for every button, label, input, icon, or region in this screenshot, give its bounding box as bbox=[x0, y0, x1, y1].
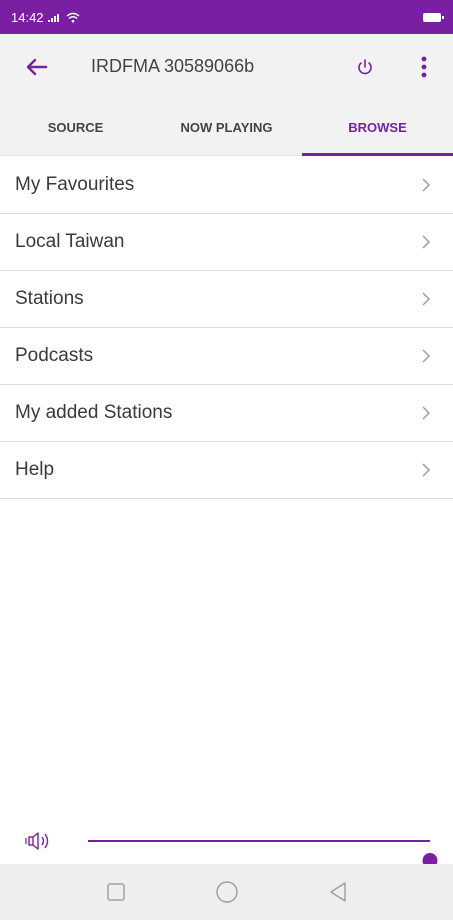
square-icon bbox=[106, 883, 125, 901]
tab-bar: SOURCE NOW PLAYING BROWSE bbox=[0, 100, 453, 156]
status-left: 14:42 bbox=[11, 10, 80, 25]
browse-item-label: My added Stations bbox=[15, 402, 173, 423]
chevron-right-icon bbox=[422, 235, 431, 249]
tab-source[interactable]: SOURCE bbox=[0, 100, 151, 155]
arrow-left-icon bbox=[26, 58, 48, 76]
more-options-button[interactable] bbox=[412, 53, 436, 81]
app-bar: IRDFMA 30589066b bbox=[0, 34, 453, 100]
browse-item-label: My Favourites bbox=[15, 174, 135, 195]
signal-icon bbox=[47, 14, 59, 22]
browse-item-label: Stations bbox=[15, 288, 84, 309]
device-name: IRDFMA 30589066b bbox=[91, 56, 255, 76]
recents-button[interactable] bbox=[101, 877, 131, 907]
nav-back-button[interactable] bbox=[323, 877, 353, 907]
browse-list: My Favourites Local Taiwan Stations Podc… bbox=[0, 157, 453, 499]
volume-slider-track[interactable] bbox=[88, 840, 438, 868]
power-button[interactable] bbox=[353, 55, 377, 79]
triangle-back-icon bbox=[329, 882, 346, 902]
volume-control bbox=[0, 820, 453, 868]
more-vert-icon bbox=[421, 56, 427, 78]
status-time: 14:42 bbox=[11, 9, 44, 25]
tab-now-playing[interactable]: NOW PLAYING bbox=[151, 100, 302, 155]
battery-icon bbox=[423, 12, 444, 22]
tab-label: NOW PLAYING bbox=[180, 120, 273, 135]
circle-icon bbox=[215, 881, 238, 903]
browse-item-label: Local Taiwan bbox=[15, 231, 125, 252]
chevron-right-icon bbox=[422, 463, 431, 477]
wifi-icon bbox=[66, 12, 79, 22]
browse-item-podcasts[interactable]: Podcasts bbox=[0, 328, 453, 385]
tab-label: SOURCE bbox=[47, 120, 104, 135]
browse-item-my-favourites[interactable]: My Favourites bbox=[0, 157, 453, 214]
tab-label: BROWSE bbox=[348, 120, 407, 135]
system-nav-bar bbox=[0, 864, 453, 920]
browse-item-help[interactable]: Help bbox=[0, 442, 453, 499]
browse-item-label: Help bbox=[15, 459, 55, 480]
browse-item-my-added-stations[interactable]: My added Stations bbox=[0, 385, 453, 442]
chevron-right-icon bbox=[422, 406, 431, 420]
status-bar: 14:42 bbox=[0, 0, 453, 34]
home-button[interactable] bbox=[212, 877, 242, 907]
power-icon bbox=[358, 59, 372, 75]
speaker-icon[interactable] bbox=[25, 829, 53, 853]
chevron-right-icon bbox=[422, 292, 431, 306]
browse-item-label: Podcasts bbox=[15, 345, 94, 366]
chevron-right-icon bbox=[422, 349, 431, 363]
tab-browse[interactable]: BROWSE bbox=[302, 100, 453, 156]
chevron-right-icon bbox=[422, 178, 431, 192]
browse-item-stations[interactable]: Stations bbox=[0, 271, 453, 328]
browse-item-local-taiwan[interactable]: Local Taiwan bbox=[0, 214, 453, 271]
back-button[interactable] bbox=[22, 52, 52, 82]
